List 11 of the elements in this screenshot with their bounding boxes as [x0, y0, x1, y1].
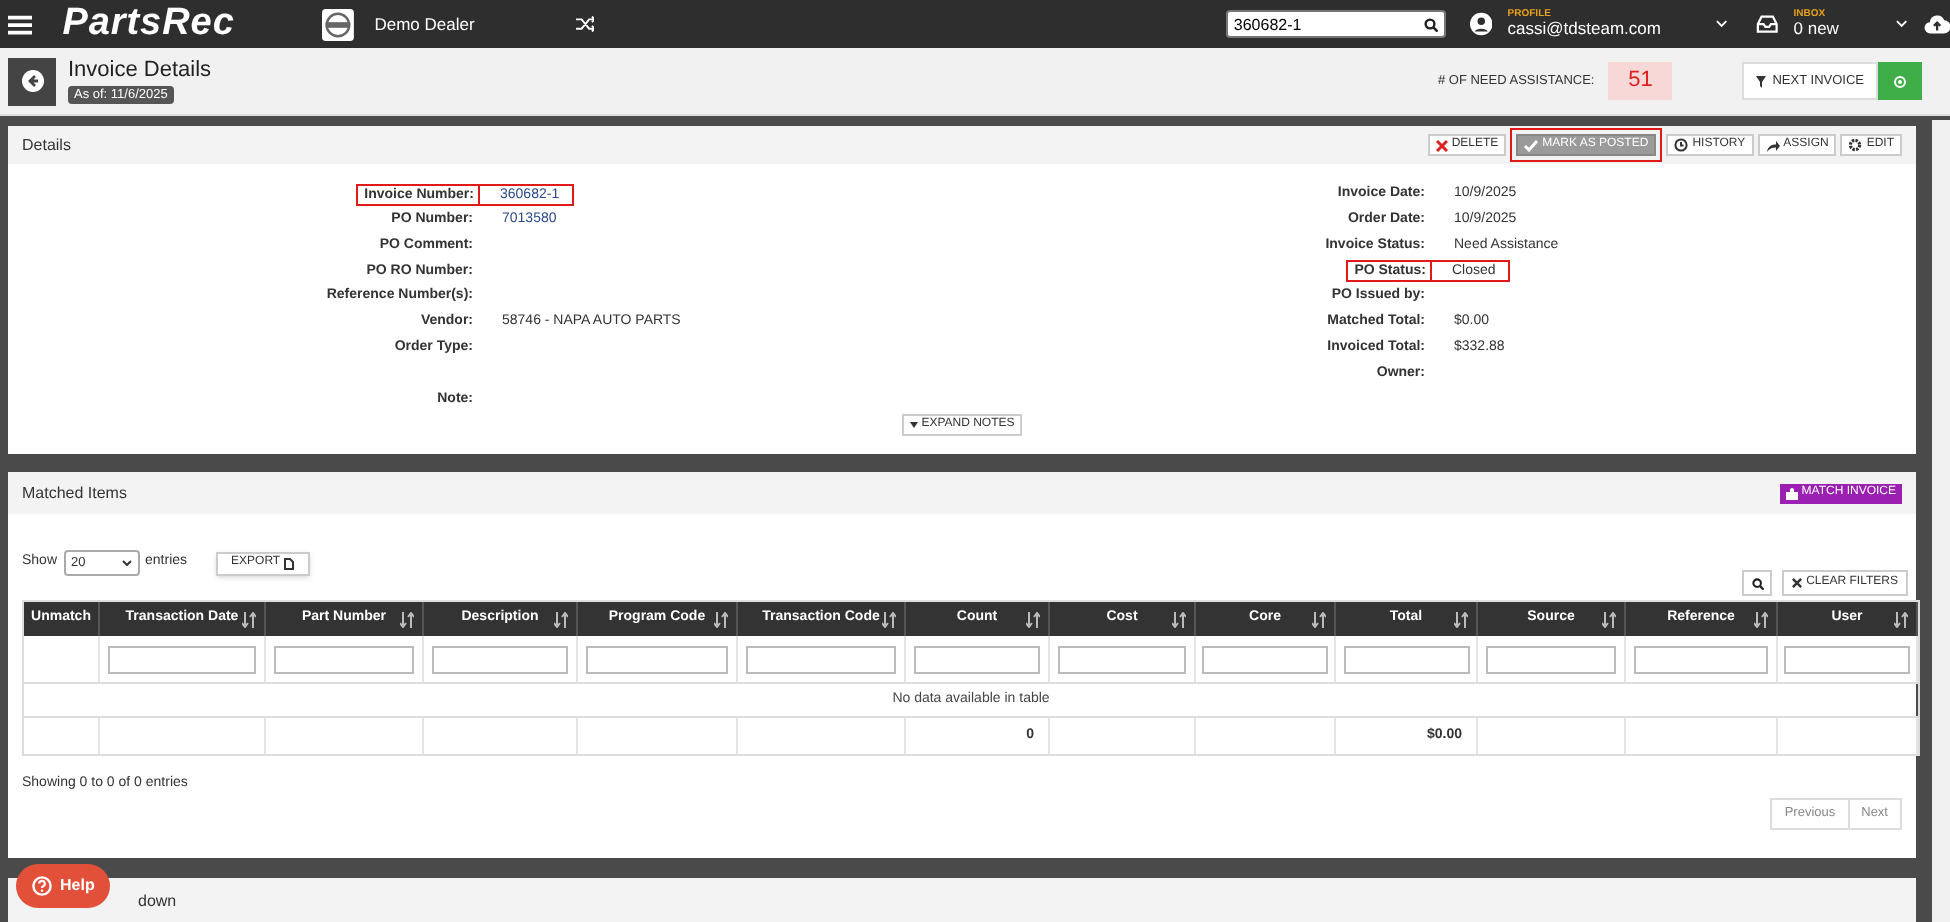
page-title: Invoice Details: [68, 58, 212, 86]
inbox-count[interactable]: 0 new: [1793, 20, 1897, 38]
dealer-name[interactable]: Demo Dealer: [374, 11, 544, 37]
profile-email[interactable]: cassi@tdsteam.com: [1507, 20, 1714, 38]
brand-logo[interactable]: PartsRec: [62, 0, 269, 53]
panel-title: Matched Items: [22, 481, 127, 505]
panel-title: down: [138, 890, 177, 914]
search-field[interactable]: 360682-1: [1225, 10, 1446, 38]
help-button[interactable]: Help: [16, 864, 111, 908]
need-assistance-count[interactable]: 51: [1608, 62, 1673, 100]
panel-title: Details: [22, 133, 71, 157]
